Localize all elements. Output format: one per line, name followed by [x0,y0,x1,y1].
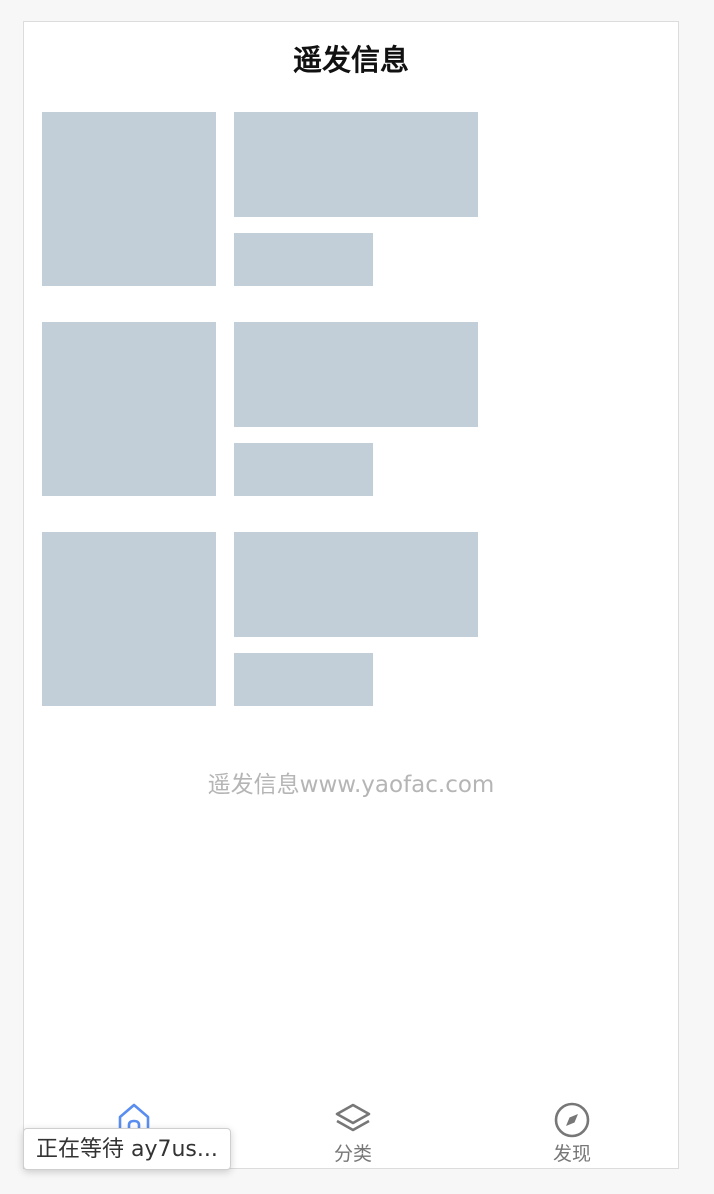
site-footer-note: 遥发信息www.yaofac.com [207,772,495,798]
skeleton-title-block [234,112,478,217]
tab-category-label: 分类 [333,1143,372,1165]
browser-status-bar: 正在等待 ay7us... [23,1128,231,1170]
skeleton-subtitle-block [234,233,373,286]
layers-icon [335,1103,371,1132]
skeleton-thumbnail [42,112,216,286]
skeleton-title-block [234,322,478,427]
tab-discover-label: 发现 [552,1143,591,1165]
skeleton-title-block [234,532,478,637]
skeleton-subtitle-block [234,443,373,496]
tab-discover[interactable]: 发现 [512,1084,632,1168]
skeleton-list-item [42,322,482,496]
skeleton-subtitle-block [234,653,373,706]
compass-icon [554,1102,590,1138]
skeleton-thumbnail [42,532,216,706]
skeleton-list-item [42,112,482,286]
skeleton-thumbnail [42,322,216,496]
skeleton-list-item [42,532,482,706]
tab-category[interactable]: 分类 [293,1084,413,1168]
app-frame: 遥发信息 遥发信息www.yaofac.com 分类 发现 [23,21,679,1169]
page-title: 遥发信息 [292,43,409,77]
